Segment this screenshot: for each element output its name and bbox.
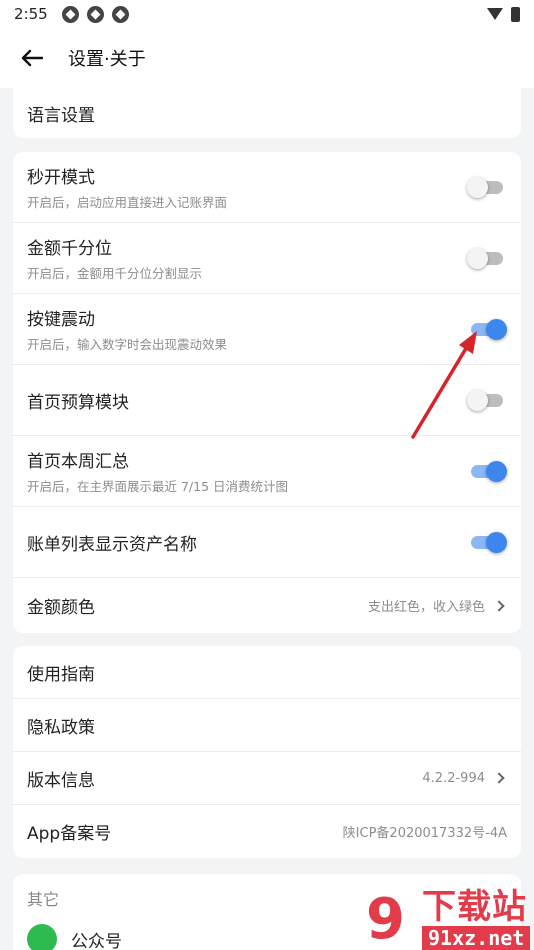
row-description: 开启后，输入数字时会出现震动效果	[27, 337, 228, 352]
row-label: 首页预算模块	[27, 392, 129, 413]
user-guide-row[interactable]: 使用指南	[13, 646, 521, 699]
key-vibration-row[interactable]: 按键震动 开启后，输入数字时会出现震动效果	[13, 294, 521, 365]
thousands-separator-row[interactable]: 金额千分位 开启后，金额用千分位分割显示	[13, 223, 521, 294]
wifi-icon	[487, 8, 503, 20]
instant-open-row[interactable]: 秒开模式 开启后，启动应用直接进入记账界面	[13, 152, 521, 223]
notification-icon	[61, 5, 79, 23]
row-label: 隐私政策	[27, 717, 95, 738]
instant-open-toggle[interactable]	[467, 176, 507, 198]
row-label: 语言设置	[27, 105, 95, 126]
chevron-right-icon	[493, 772, 505, 784]
show-asset-name-toggle[interactable]	[467, 531, 507, 553]
privacy-policy-row[interactable]: 隐私政策	[13, 699, 521, 752]
row-label: 版本信息	[27, 770, 95, 791]
language-settings-row[interactable]: 语言设置	[13, 88, 521, 138]
preferences-card: 秒开模式 开启后，启动应用直接进入记账界面 金额千分位 开启后，金额用千分位分割…	[13, 152, 521, 633]
notification-icon	[111, 5, 129, 23]
row-label: App备案号	[27, 824, 112, 844]
notification-icon	[86, 5, 104, 23]
chevron-right-icon	[493, 599, 505, 612]
watermark: 9 下载站 91xz.net	[364, 870, 534, 950]
row-label: 金额千分位	[27, 239, 112, 259]
app-bar: 设置·关于	[0, 28, 534, 88]
row-label: 首页本周汇总	[27, 452, 129, 472]
thousands-separator-toggle[interactable]	[467, 247, 507, 269]
watermark-text: 下载站	[422, 887, 527, 927]
icp-value: 陕ICP备2020017332号-4A	[342, 826, 507, 841]
row-description: 开启后，金额用千分位分割显示	[27, 266, 203, 281]
key-vibration-toggle[interactable]	[467, 318, 507, 340]
watermark-logo-text: 9	[366, 887, 405, 950]
show-asset-name-row[interactable]: 账单列表显示资产名称	[13, 507, 521, 578]
watermark-url: 91xz.net	[422, 926, 531, 950]
home-budget-toggle[interactable]	[467, 389, 507, 411]
amount-color-row[interactable]: 金额颜色 支出红色，收入绿色	[13, 578, 521, 633]
row-label: 按键震动	[27, 310, 95, 330]
battery-icon	[511, 6, 520, 22]
row-label: 使用指南	[27, 664, 95, 685]
row-description: 开启后，启动应用直接进入记账界面	[27, 195, 228, 210]
amount-color-value: 支出红色，收入绿色	[367, 600, 485, 615]
row-label: 金额颜色	[27, 598, 95, 618]
arrow-left-icon	[21, 49, 43, 67]
about-card: 使用指南 隐私政策 版本信息 4.2.2-994 App备案号 陕ICP备202…	[13, 646, 521, 858]
version-value: 4.2.2-994	[422, 770, 485, 786]
home-budget-row[interactable]: 首页预算模块	[13, 365, 521, 436]
row-label: 秒开模式	[27, 168, 95, 188]
wechat-icon	[27, 924, 57, 950]
language-card: 语言设置	[13, 88, 521, 138]
version-info-row[interactable]: 版本信息 4.2.2-994	[13, 752, 521, 805]
row-label: 账单列表显示资产名称	[27, 534, 197, 555]
weekly-summary-row[interactable]: 首页本周汇总 开启后，在主界面展示最近 7/15 日消费统计图	[13, 436, 521, 507]
page-title: 设置·关于	[68, 49, 146, 70]
row-description: 开启后，在主界面展示最近 7/15 日消费统计图	[27, 479, 289, 494]
icp-record-row: App备案号 陕ICP备2020017332号-4A	[13, 805, 521, 858]
weekly-summary-toggle[interactable]	[467, 460, 507, 482]
back-button[interactable]	[18, 44, 46, 72]
watermark-logo: 9	[364, 890, 416, 950]
status-bar: 2:55	[0, 0, 534, 28]
status-time: 2:55	[14, 5, 48, 23]
